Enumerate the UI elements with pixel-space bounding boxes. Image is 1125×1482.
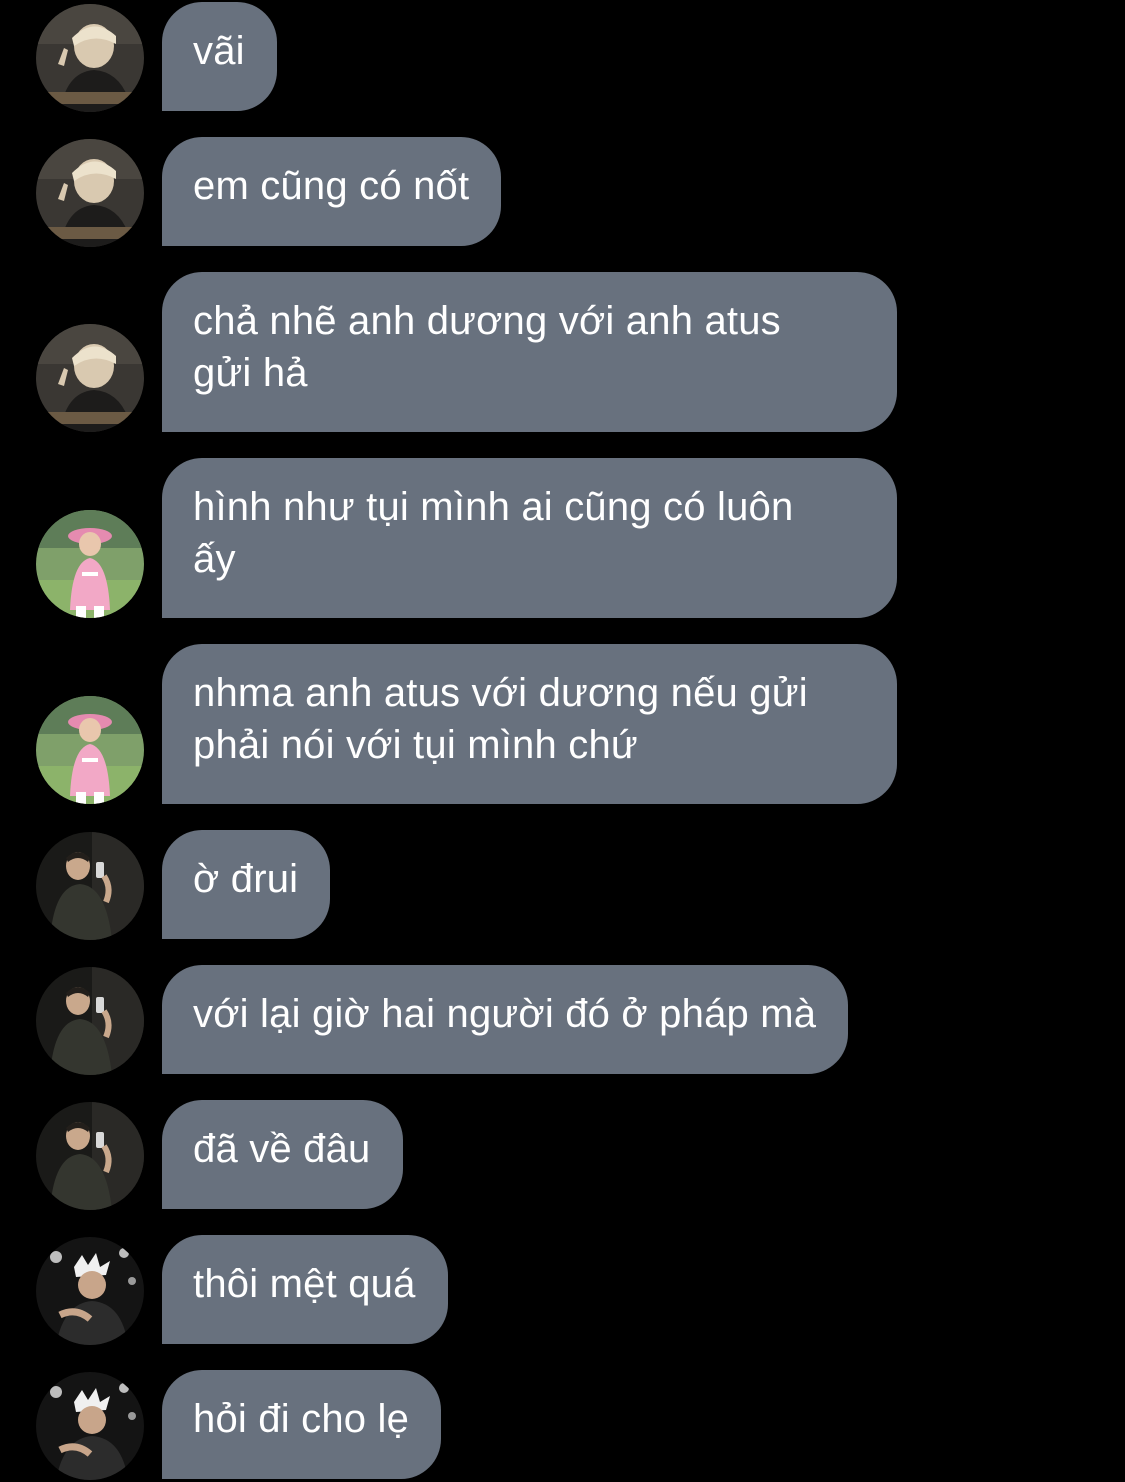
message-text: đã về đâu — [193, 1127, 371, 1171]
avatar[interactable] — [36, 1237, 144, 1345]
avatar[interactable] — [36, 832, 144, 940]
message-text-line: chả nhẽ anh dương với anh atus — [193, 299, 781, 343]
avatar-mirror-selfie-icon — [36, 1102, 144, 1210]
message-text-line: gửi hả — [193, 351, 308, 395]
message-text: vãi — [193, 29, 245, 73]
avatar[interactable] — [36, 139, 144, 247]
avatar-white-hair-dark-icon — [36, 1372, 144, 1480]
avatar[interactable] — [36, 4, 144, 112]
message-text: hỏi đi cho lẹ — [193, 1397, 410, 1441]
avatar[interactable] — [36, 967, 144, 1075]
avatar-pink-hat-outdoor-icon — [36, 696, 144, 804]
message-text: em cũng có nốt — [193, 164, 470, 208]
message-text: với lại giờ hai người đó ở pháp mà — [193, 992, 817, 1036]
avatar[interactable] — [36, 324, 144, 432]
message-bubble[interactable]: đã về đâu — [162, 1100, 403, 1209]
avatar[interactable] — [36, 510, 144, 618]
avatar-mirror-selfie-icon — [36, 967, 144, 1075]
avatar[interactable] — [36, 1372, 144, 1480]
avatar-blonde-peace-sign-icon — [36, 324, 144, 432]
avatar-blonde-peace-sign-icon — [36, 139, 144, 247]
message-text-line: hình như tụi mình ai cũng có luôn — [193, 485, 794, 529]
message-text-line: nhma anh atus với dương nếu gửi — [193, 671, 808, 715]
message-text: ờ đrui — [193, 857, 299, 901]
message-bubble[interactable]: thôi mệt quá — [162, 1235, 448, 1344]
avatar-pink-hat-outdoor-icon — [36, 510, 144, 618]
message-bubble[interactable]: hình như tụi mình ai cũng có luôn ấy — [162, 458, 897, 618]
message-text-line: ấy — [193, 537, 236, 581]
message-bubble[interactable]: hỏi đi cho lẹ — [162, 1370, 442, 1479]
avatar-mirror-selfie-icon — [36, 832, 144, 940]
message-bubble[interactable]: với lại giờ hai người đó ở pháp mà — [162, 965, 849, 1074]
message-text-line: phải nói với tụi mình chứ — [193, 723, 638, 767]
message-bubble[interactable]: em cũng có nốt — [162, 137, 502, 246]
message-bubble[interactable]: nhma anh atus với dương nếu gửi phải nói… — [162, 644, 897, 804]
message-bubble[interactable]: vãi — [162, 2, 277, 111]
avatar[interactable] — [36, 696, 144, 804]
message-bubble[interactable]: ờ đrui — [162, 830, 331, 939]
avatar[interactable] — [36, 1102, 144, 1210]
chat-thread: vãi em cũng có nốt chả nhẽ anh dương với… — [0, 0, 1125, 1482]
message-bubble[interactable]: chả nhẽ anh dương với anh atus gửi hả — [162, 272, 897, 432]
avatar-blonde-peace-sign-icon — [36, 4, 144, 112]
message-text: thôi mệt quá — [193, 1262, 416, 1306]
avatar-white-hair-dark-icon — [36, 1237, 144, 1345]
